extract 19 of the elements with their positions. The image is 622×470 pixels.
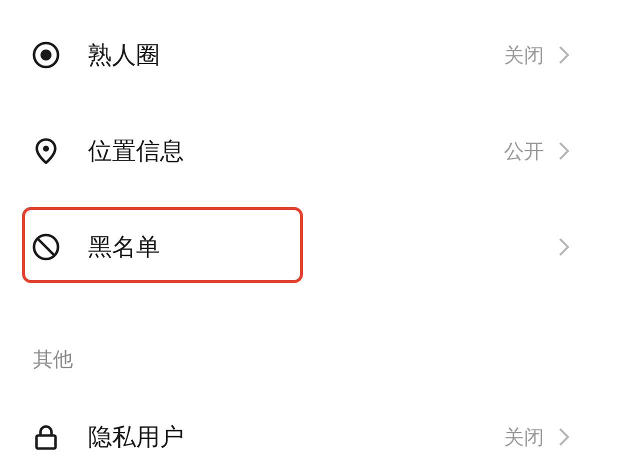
- settings-row[interactable]: 隐私用户 关闭: [0, 389, 622, 470]
- section-header: 其他: [33, 346, 73, 373]
- row-value: 关闭: [504, 42, 544, 68]
- chevron-icon: [558, 141, 570, 161]
- settings-row[interactable]: 熟人圈 关闭: [0, 7, 622, 103]
- block-icon: [32, 233, 60, 261]
- row-value: 公开: [504, 138, 544, 164]
- target-icon: [32, 41, 60, 69]
- row-label: 熟人圈: [88, 40, 161, 71]
- row-label: 位置信息: [88, 136, 185, 167]
- chevron-icon: [558, 45, 570, 65]
- row-label: 隐私用户: [88, 422, 185, 453]
- row-value: 关闭: [504, 424, 544, 450]
- lock-icon: [32, 423, 60, 451]
- settings-row[interactable]: 黑名单: [0, 199, 622, 295]
- chevron-icon: [558, 427, 570, 447]
- chevron-icon: [558, 237, 570, 257]
- settings-row[interactable]: 位置信息 公开: [0, 103, 622, 199]
- row-label: 黑名单: [88, 232, 161, 263]
